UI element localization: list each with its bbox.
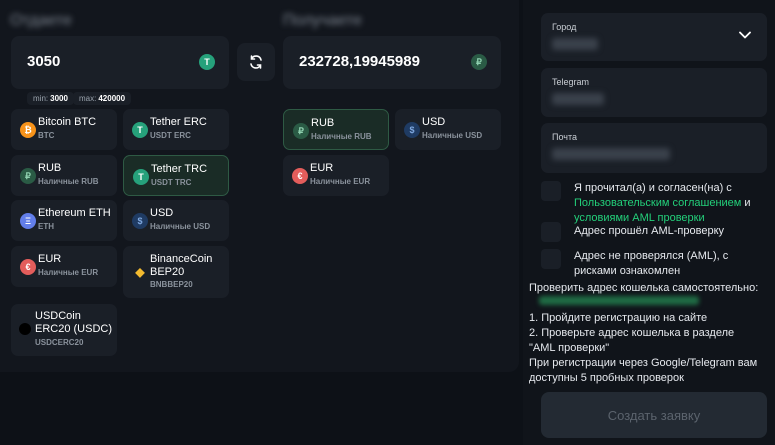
ruble-icon: ₽ (471, 54, 487, 70)
currency-code: USDCERC20 (35, 338, 84, 347)
currency-code: USDT ERC (150, 131, 191, 140)
receive-amount-input[interactable]: 232728,19945989 ₽ (283, 36, 501, 89)
binance-icon: ◆ (135, 265, 145, 279)
receive-currency-eur[interactable]: € EUR Наличные EUR (283, 155, 389, 196)
currency-title: RUB (311, 117, 335, 129)
create-order-button[interactable]: Создать заявку (541, 392, 767, 438)
swap-button[interactable] (237, 43, 275, 81)
currency-code: Наличные USD (150, 222, 211, 231)
give-currency-usdt-trc[interactable]: T Tether TRC USDT TRC (123, 155, 229, 196)
aml-terms-link[interactable]: условиями AML проверки (574, 212, 705, 224)
receive-currency-rub[interactable]: ₽ RUB Наличные RUB (283, 109, 389, 150)
currency-title: USD (422, 116, 446, 128)
give-currency-usdt-erc[interactable]: T Tether ERC USDT ERC (123, 109, 229, 150)
email-value (552, 148, 670, 160)
currency-title: Tether ERC (150, 116, 207, 128)
tether-icon: T (132, 122, 148, 138)
currency-code: Наличные RUB (38, 177, 99, 186)
currency-code: BNBBEP20 (150, 280, 193, 289)
usdc-icon (19, 323, 31, 335)
aml-passed-text: Адрес прошёл AML-проверку (574, 225, 725, 237)
order-form-panel: Город Telegram Почта Я прочитал(а) и сог… (523, 0, 775, 445)
ruble-icon: ₽ (20, 168, 36, 184)
dollar-icon: $ (404, 122, 420, 138)
currency-code: USDT TRC (151, 178, 192, 187)
currency-code: BTC (38, 131, 55, 140)
give-currency-bnb[interactable]: ◆ BinanceCoin BEP20 BNBBEP20 (123, 246, 229, 298)
give-currency-rub[interactable]: ₽ RUB Наличные RUB (11, 155, 117, 196)
city-value (552, 38, 598, 50)
give-currency-btc[interactable]: ₿ Bitcoin BTC BTC (11, 109, 117, 150)
euro-icon: € (20, 259, 36, 275)
currency-code: Наличные USD (422, 131, 483, 140)
give-amount-input[interactable]: 3050 T (11, 36, 229, 89)
self-check-title: Проверить адрес кошелька самостоятельно: (529, 282, 759, 294)
email-field[interactable]: Почта (541, 123, 767, 173)
instructions: 1. Пройдите регистрацию на сайте 2. Пров… (529, 312, 758, 384)
email-label: Почта (552, 132, 577, 142)
agree-text: Я прочитал(а) и согласен(на) с Пользоват… (574, 182, 751, 224)
swap-icon (250, 55, 262, 69)
euro-icon: € (292, 168, 308, 184)
ruble-icon: ₽ (293, 123, 309, 139)
currency-title: Tether TRC (151, 163, 208, 175)
give-currency-eth[interactable]: Ξ Ethereum ETH ETH (11, 200, 117, 241)
min-limit-badge: min: 3000 (27, 92, 74, 105)
aml-service-link[interactable] (539, 296, 699, 305)
tether-icon: T (199, 54, 215, 70)
telegram-field[interactable]: Telegram (541, 68, 767, 117)
give-currency-usdc[interactable]: USDCoin ERC20 (USDC) USDCERC20 (11, 304, 117, 356)
currency-title: EUR (310, 162, 334, 174)
agree-checkbox[interactable] (541, 181, 561, 201)
chevron-down-icon (739, 31, 751, 39)
dollar-icon: $ (132, 213, 148, 229)
aml-not-checked-text: Адрес не проверялся (AML), с рисками озн… (574, 250, 729, 277)
currency-code: Наличные EUR (38, 268, 99, 277)
tether-icon: T (133, 169, 149, 185)
receive-amount-value: 232728,19945989 (299, 53, 420, 70)
currency-title: USD (150, 207, 174, 219)
user-agreement-link[interactable]: Пользовательским соглашением (574, 197, 741, 209)
currency-title: EUR (38, 253, 62, 265)
currency-title: BinanceCoin BEP20 (150, 253, 213, 278)
give-currency-usd[interactable]: $ USD Наличные USD (123, 200, 229, 241)
receive-label: Получаете (283, 12, 363, 29)
exchange-panel: Отдаете Получаете 3050 T min: 3000 max: 42… (0, 0, 519, 372)
give-amount-value: 3050 (27, 53, 61, 70)
currency-title: USDCoin ERC20 (USDC) (35, 310, 113, 335)
give-currency-eur[interactable]: € EUR Наличные EUR (11, 246, 117, 287)
telegram-label: Telegram (552, 77, 590, 87)
currency-title: Ethereum ETH (38, 207, 111, 219)
give-label: Отдаете (10, 12, 72, 29)
currency-code: Наличные EUR (310, 177, 371, 186)
city-select[interactable]: Город (541, 13, 767, 61)
currency-title: RUB (38, 162, 62, 174)
ethereum-icon: Ξ (20, 213, 36, 229)
bitcoin-icon: ₿ (20, 122, 36, 138)
currency-code: ETH (38, 222, 54, 231)
currency-code: Наличные RUB (311, 132, 372, 141)
aml-passed-checkbox[interactable] (541, 222, 561, 242)
currency-title: Bitcoin BTC (38, 116, 97, 128)
max-limit-badge: max: 420000 (73, 92, 132, 105)
city-label: Город (552, 22, 577, 32)
aml-not-checked-checkbox[interactable] (541, 249, 561, 269)
receive-currency-usd[interactable]: $ USD Наличные USD (395, 109, 501, 150)
telegram-value (552, 93, 604, 105)
